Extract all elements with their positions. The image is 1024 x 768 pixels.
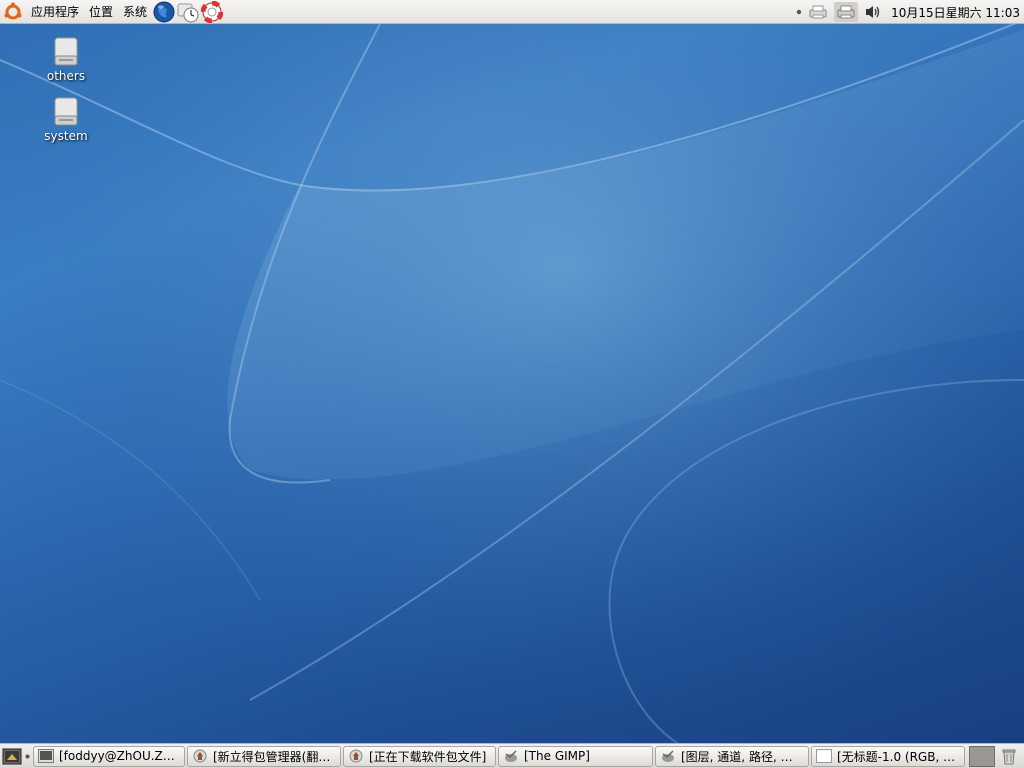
task-gimp-layers[interactable]: [图层, 通道, 路径, … (655, 745, 809, 767)
desktop-background (0, 0, 1024, 768)
task-gimp-image[interactable]: [无标题-1.0 (RGB, … (811, 745, 965, 767)
task-gimp[interactable]: [The GIMP] (498, 745, 653, 767)
volume-icon[interactable] (864, 2, 882, 22)
lifebuoy-help-icon[interactable] (200, 0, 224, 23)
terminal-icon (38, 749, 54, 763)
bottom-panel: [foddyy@ZhOU.Z… [新立得包管理器(翻… [正在下载软件包文件] … (0, 743, 1024, 768)
drive-icon (52, 37, 80, 67)
gimp-icon (660, 749, 676, 763)
workspace-switcher[interactable] (969, 745, 995, 767)
package-manager-icon (348, 749, 364, 763)
desktop-icon-system[interactable]: system (31, 97, 101, 143)
drive-icon (52, 97, 80, 127)
task-label: [新立得包管理器(翻… (213, 749, 331, 764)
panel-handle-dot-icon (23, 754, 31, 759)
task-synaptic[interactable]: [新立得包管理器(翻… (187, 745, 341, 767)
ubuntu-logo-icon[interactable] (3, 1, 25, 23)
desktop-icon-others[interactable]: others (31, 37, 101, 83)
notification-dot-icon (796, 2, 802, 22)
menu-places[interactable]: 位置 (84, 0, 118, 24)
panel-clock[interactable]: 10月15日星期六 11:03 (885, 4, 1024, 21)
show-desktop-icon (2, 748, 22, 764)
globe-icon[interactable] (153, 1, 175, 23)
clock-icon[interactable] (177, 1, 199, 23)
show-desktop-button[interactable] (1, 746, 23, 767)
desktop-icon-label: others (46, 69, 86, 83)
task-label: [The GIMP] (524, 749, 590, 763)
menu-applications[interactable]: 应用程序 (26, 0, 84, 24)
printer-queue-icon[interactable] (834, 2, 859, 22)
gimp-icon (503, 749, 519, 763)
wallpaper-swirl (0, 0, 1024, 768)
printer-icon[interactable] (808, 2, 828, 22)
top-panel: 应用程序 位置 系统 10月15日星期六 11:03 (0, 0, 1024, 24)
desktop-icon-label: system (44, 129, 88, 143)
task-terminal[interactable]: [foddyy@ZhOU.Z… (33, 745, 185, 767)
task-download-packages[interactable]: [正在下载软件包文件] (343, 745, 496, 767)
package-manager-icon (192, 749, 208, 763)
trash-icon[interactable] (998, 746, 1020, 767)
image-window-icon (816, 749, 832, 763)
task-label: [图层, 通道, 路径, … (681, 749, 793, 764)
task-label: [正在下载软件包文件] (369, 749, 487, 764)
menu-system[interactable]: 系统 (118, 0, 152, 24)
task-label: [无标题-1.0 (RGB, … (837, 749, 956, 764)
task-label: [foddyy@ZhOU.Z… (59, 749, 175, 763)
